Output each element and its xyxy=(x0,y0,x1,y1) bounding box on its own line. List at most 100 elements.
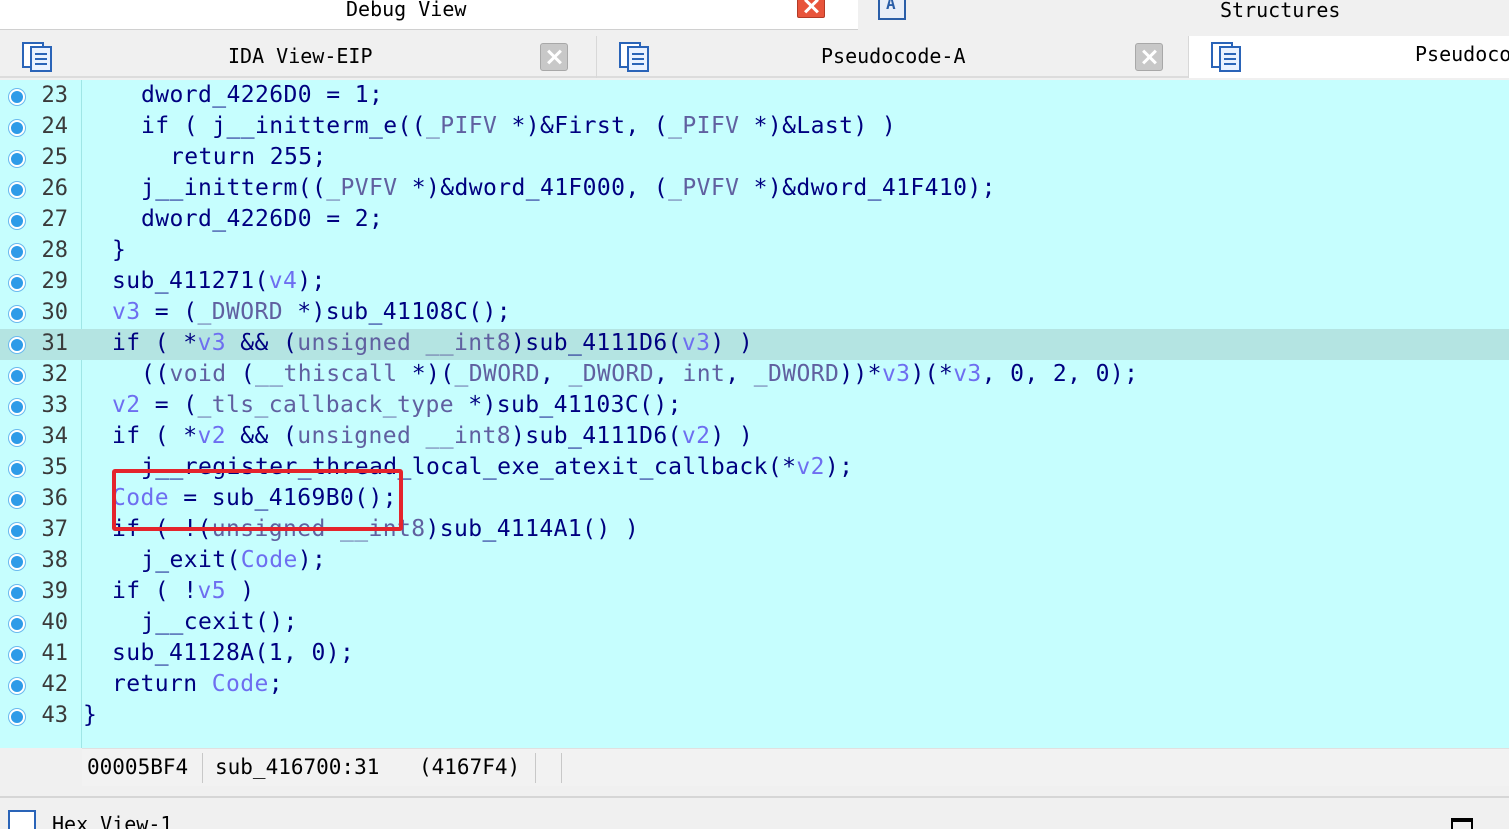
breakpoint-dot-icon[interactable] xyxy=(9,461,25,477)
breakpoint-dot-icon[interactable] xyxy=(9,554,25,570)
hex-view-panel-header[interactable]: Hex View-1 xyxy=(0,796,1509,829)
code-text[interactable]: v3 = (_DWORD *)sub_41108C(); xyxy=(112,299,511,325)
code-text[interactable]: if ( *v3 && (unsigned __int8)sub_4111D6(… xyxy=(112,330,753,356)
status-divider xyxy=(561,753,562,783)
tab-debug-view-label: Debug View xyxy=(346,0,467,21)
breakpoint-dot-icon[interactable] xyxy=(9,709,25,725)
code-line[interactable]: 33 v2 = (_tls_callback_type *)sub_41103C(… xyxy=(0,391,1509,422)
code-line[interactable]: 38 j_exit(Code); xyxy=(0,546,1509,577)
breakpoint-dot-icon[interactable] xyxy=(9,306,25,322)
breakpoint-dot-icon[interactable] xyxy=(9,678,25,694)
code-text[interactable]: j_exit(Code); xyxy=(141,547,326,573)
code-line[interactable]: 39 if ( !v5 ) xyxy=(0,577,1509,608)
code-text[interactable]: sub_411271(v4); xyxy=(112,268,326,294)
code-text[interactable]: if ( j__initterm_e((_PIFV *)&First, (_PI… xyxy=(141,113,896,139)
breakpoint-dot-icon[interactable] xyxy=(9,213,25,229)
breakpoint-dot-icon[interactable] xyxy=(9,337,25,353)
pseudocode-editor[interactable]: 23 dword_4226D0 = 1; 24 if ( j__initterm_e(… xyxy=(0,80,1509,748)
breakpoint-dot-icon[interactable] xyxy=(9,399,25,415)
code-line[interactable]: 23 dword_4226D0 = 1; xyxy=(0,81,1509,112)
code-line[interactable]: 28} xyxy=(0,236,1509,267)
line-number: 37 xyxy=(41,517,69,542)
line-number: 32 xyxy=(41,362,69,387)
maximize-icon[interactable] xyxy=(1451,818,1473,829)
code-line[interactable]: 41 sub_41128A(1, 0); xyxy=(0,639,1509,670)
code-line[interactable]: 31 if ( *v3 && (unsigned __int8)sub_4111D… xyxy=(0,329,1509,360)
disassembly-icon xyxy=(22,42,56,72)
breakpoint-dot-icon[interactable] xyxy=(9,120,25,136)
code-line[interactable]: 26 j__initterm((_PVFV *)&dword_41F000, (_… xyxy=(0,174,1509,205)
code-text[interactable]: v2 = (_tls_callback_type *)sub_41103C(); xyxy=(112,392,682,418)
code-text[interactable]: if ( !v5 ) xyxy=(112,578,254,604)
breakpoint-dot-icon[interactable] xyxy=(9,523,25,539)
breakpoint-dot-icon[interactable] xyxy=(9,151,25,167)
code-line[interactable]: 32 ((void (__thiscall *)(_DWORD, _DWORD, … xyxy=(0,360,1509,391)
line-number: 39 xyxy=(41,579,69,604)
breakpoint-dot-icon[interactable] xyxy=(9,89,25,105)
line-number: 25 xyxy=(41,145,69,170)
status-divider xyxy=(535,753,536,783)
status-bar: 00005BF4 sub_416700:31 (4167F4) xyxy=(82,748,1509,786)
code-text[interactable]: return Code; xyxy=(112,671,283,697)
line-number: 34 xyxy=(41,424,69,449)
code-text[interactable]: } xyxy=(112,237,126,263)
tab-structures-label: Structures xyxy=(1220,0,1341,22)
code-line[interactable]: 42 return Code; xyxy=(0,670,1509,701)
breakpoint-dot-icon[interactable] xyxy=(9,244,25,260)
structures-icon xyxy=(878,0,906,20)
code-text[interactable]: return 255; xyxy=(170,144,327,170)
status-divider xyxy=(202,753,203,783)
breakpoint-dot-icon[interactable] xyxy=(9,430,25,446)
code-line[interactable]: 30 v3 = (_DWORD *)sub_41108C(); xyxy=(0,298,1509,329)
breakpoint-dot-icon[interactable] xyxy=(9,182,25,198)
line-number: 38 xyxy=(41,548,69,573)
code-text[interactable]: sub_41128A(1, 0); xyxy=(112,640,354,666)
code-line[interactable]: 25 return 255; xyxy=(0,143,1509,174)
status-address: (4167F4) xyxy=(419,755,521,779)
code-text[interactable]: ((void (__thiscall *)(_DWORD, _DWORD, in… xyxy=(141,361,1138,387)
breakpoint-dot-icon[interactable] xyxy=(9,368,25,384)
code-text[interactable]: if ( *v2 && (unsigned __int8)sub_4111D6(… xyxy=(112,423,753,449)
view-tab-strip: IDA View-EIP Pseudocode-A Pseudocode-B xyxy=(0,34,1509,78)
annotation-highlight-box xyxy=(112,469,403,531)
pseudocode-icon xyxy=(1211,42,1245,72)
code-line[interactable]: 24 if ( j__initterm_e((_PIFV *)&First, (_… xyxy=(0,112,1509,143)
code-line[interactable]: 34 if ( *v2 && (unsigned __int8)sub_4111D… xyxy=(0,422,1509,453)
code-line[interactable]: 40 j__cexit(); xyxy=(0,608,1509,639)
code-line[interactable]: 43} xyxy=(0,701,1509,732)
line-number: 36 xyxy=(41,486,69,511)
line-number: 41 xyxy=(41,641,69,666)
breakpoint-dot-icon[interactable] xyxy=(9,492,25,508)
tab-structures[interactable]: Structures xyxy=(860,0,1509,30)
breakpoint-dot-icon[interactable] xyxy=(9,585,25,601)
breakpoint-dot-icon[interactable] xyxy=(9,275,25,291)
breakpoint-dot-icon[interactable] xyxy=(9,616,25,632)
close-icon[interactable] xyxy=(540,43,568,71)
hex-view-title: Hex View-1 xyxy=(52,812,173,829)
code-text[interactable]: dword_4226D0 = 1; xyxy=(141,82,383,108)
top-tab-strip: Debug View Structures xyxy=(0,0,1509,34)
status-location: sub_416700:31 xyxy=(215,755,380,779)
tab-debug-view[interactable]: Debug View xyxy=(0,0,858,30)
tab-ida-view[interactable]: IDA View-EIP xyxy=(0,36,594,78)
tab-pseudocode-b-label: Pseudocode-B xyxy=(1415,42,1509,66)
close-icon[interactable] xyxy=(1135,43,1163,71)
tab-pseudocode-a-label: Pseudocode-A xyxy=(821,44,966,68)
code-text[interactable]: } xyxy=(83,702,97,728)
breakpoint-dot-icon[interactable] xyxy=(9,647,25,663)
close-icon[interactable] xyxy=(797,0,825,18)
pseudocode-icon xyxy=(619,42,653,72)
line-number: 26 xyxy=(41,176,69,201)
line-number: 43 xyxy=(41,703,69,728)
hex-view-icon xyxy=(8,810,36,829)
line-number: 42 xyxy=(41,672,69,697)
code-line[interactable]: 29 sub_411271(v4); xyxy=(0,267,1509,298)
line-number: 23 xyxy=(41,83,69,108)
tab-pseudocode-a[interactable]: Pseudocode-A xyxy=(596,36,1186,78)
line-number: 27 xyxy=(41,207,69,232)
code-text[interactable]: j__initterm((_PVFV *)&dword_41F000, (_PV… xyxy=(141,175,996,201)
code-text[interactable]: dword_4226D0 = 2; xyxy=(141,206,383,232)
code-text[interactable]: j__cexit(); xyxy=(141,609,298,635)
code-line[interactable]: 27 dword_4226D0 = 2; xyxy=(0,205,1509,236)
tab-pseudocode-b[interactable]: Pseudocode-B xyxy=(1188,36,1509,78)
